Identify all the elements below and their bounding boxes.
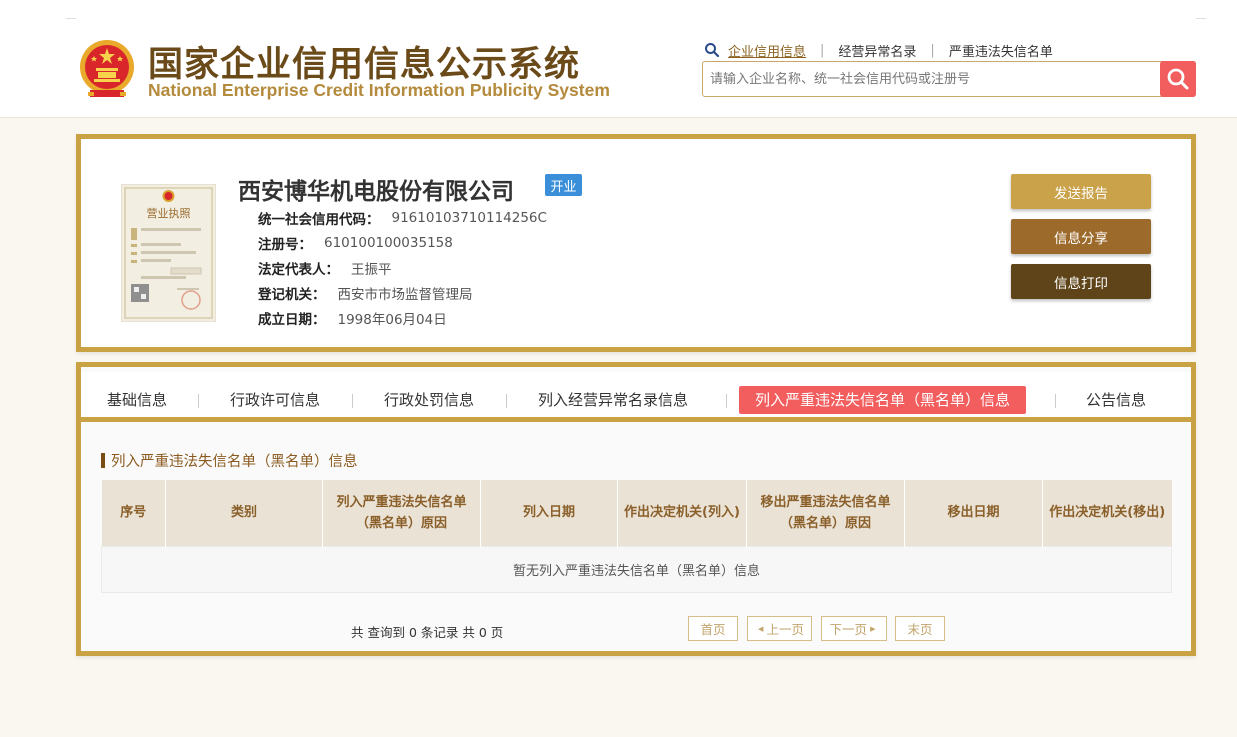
info-registration-number: 注册号： 610100100035158 xyxy=(258,233,453,253)
tab-abnormal-list[interactable]: 列入经营异常名录信息 xyxy=(538,386,688,414)
info-credit-code: 统一社会信用代码： 91610103710114256C xyxy=(258,208,547,228)
nav-link-blacklist[interactable]: 严重违法失信名单 xyxy=(949,41,1053,60)
chevron-right-icon: ▶ xyxy=(870,624,876,633)
tab-announcements[interactable]: 公告信息 xyxy=(1086,386,1146,414)
section-title: 列入严重违法失信名单（黑名单）信息 xyxy=(101,451,358,470)
info-value: 西安市市场监督管理局 xyxy=(337,287,473,303)
national-emblem-icon xyxy=(80,40,134,97)
company-name: 西安博华机电股份有限公司 xyxy=(238,179,514,205)
table-header-row: 序号 类别 列入严重违法失信名单（黑名单）原因 列入日期 作出决定机关(列入) … xyxy=(101,480,1172,546)
column-header: 作出决定机关(列入) xyxy=(617,480,747,546)
first-page-button[interactable]: 首页 xyxy=(688,616,738,641)
info-registration-authority: 登记机关： 西安市市场监督管理局 xyxy=(258,283,473,303)
prev-page-button[interactable]: ◀ 上一页 xyxy=(747,616,812,641)
section-title-text: 列入严重违法失信名单（黑名单）信息 xyxy=(111,453,358,470)
column-header: 作出决定机关(移出) xyxy=(1042,480,1172,546)
info-label: 法定代表人： xyxy=(258,262,339,278)
tabs-bar: 基础信息 行政许可信息 行政处罚信息 列入经营异常名录信息 列入严重违法失信名单… xyxy=(81,372,1191,422)
info-legal-representative: 法定代表人： 王振平 xyxy=(258,258,392,278)
tab-blacklist[interactable]: 列入严重违法失信名单（黑名单）信息 xyxy=(739,386,1027,414)
info-value: 610100100035158 xyxy=(324,235,453,251)
info-label: 统一社会信用代码： xyxy=(258,212,380,228)
column-header: 序号 xyxy=(101,480,166,546)
table-row: 暂无列入严重违法失信名单（黑名单）信息 xyxy=(101,545,1172,593)
print-info-button[interactable]: 信息打印 xyxy=(1011,264,1151,299)
tab-basic-info[interactable]: 基础信息 xyxy=(107,386,167,414)
tab-separator xyxy=(1055,394,1056,408)
magnifier-icon xyxy=(705,43,720,58)
search-icon xyxy=(1167,68,1189,90)
column-header: 移出日期 xyxy=(904,480,1043,546)
send-report-button[interactable]: 发送报告 xyxy=(1011,174,1151,209)
header-divider-tick xyxy=(1196,18,1206,19)
pagination-summary: 共 查询到 0 条记录 共 0 页 xyxy=(351,625,504,640)
nav-separator: | xyxy=(820,42,825,58)
search-box xyxy=(702,61,1196,97)
tab-separator xyxy=(506,394,507,408)
section-title-marker xyxy=(101,452,105,468)
prev-page-label: 上一页 xyxy=(766,622,804,637)
search-input[interactable] xyxy=(703,62,1159,96)
site-header: 国家企业信用信息公示系统 National Enterprise Credit … xyxy=(0,0,1237,118)
info-value: 王振平 xyxy=(351,262,392,278)
info-established-date: 成立日期： 1998年06月04日 xyxy=(258,308,447,328)
next-page-label: 下一页 xyxy=(829,622,868,637)
column-header: 列入日期 xyxy=(480,480,618,546)
info-label: 成立日期： xyxy=(258,312,326,328)
empty-state-message: 暂无列入严重违法失信名单（黑名单）信息 xyxy=(101,545,1172,593)
tab-separator xyxy=(352,394,353,408)
next-page-button[interactable]: 下一页 ▶ xyxy=(821,616,887,641)
nav-link-enterprise-credit[interactable]: 企业信用信息 xyxy=(728,41,806,60)
site-subtitle: National Enterprise Credit Information P… xyxy=(148,80,610,100)
column-header: 移出严重违法失信名单（黑名单）原因 xyxy=(746,480,905,546)
details-panel: 基础信息 行政许可信息 行政处罚信息 列入经营异常名录信息 列入严重违法失信名单… xyxy=(76,362,1196,656)
nav-separator: | xyxy=(930,42,935,58)
business-license-image: 营业执照 xyxy=(121,184,216,322)
tab-separator xyxy=(198,394,199,408)
blacklist-table: 序号 类别 列入严重违法失信名单（黑名单）原因 列入日期 作出决定机关(列入) … xyxy=(101,480,1172,593)
top-nav: 企业信用信息 | 经营异常名录 | 严重违法失信名单 xyxy=(704,40,1053,60)
info-label: 登记机关： xyxy=(258,287,326,303)
info-label: 注册号： xyxy=(258,237,312,253)
info-value: 1998年06月04日 xyxy=(337,312,447,328)
license-title: 营业执照 xyxy=(147,206,191,220)
nav-link-abnormal-list[interactable]: 经营异常名录 xyxy=(838,41,916,60)
search-button[interactable] xyxy=(1160,61,1196,97)
column-header: 列入严重违法失信名单（黑名单）原因 xyxy=(322,480,481,546)
chevron-left-icon: ◀ xyxy=(758,624,764,633)
tab-admin-penalty[interactable]: 行政处罚信息 xyxy=(384,386,474,414)
tab-admin-license[interactable]: 行政许可信息 xyxy=(230,386,320,414)
column-header: 类别 xyxy=(165,480,323,546)
header-divider-tick xyxy=(66,18,76,19)
info-value: 91610103710114256C xyxy=(391,210,547,226)
share-info-button[interactable]: 信息分享 xyxy=(1011,219,1151,254)
status-badge: 开业 xyxy=(545,174,582,196)
last-page-button[interactable]: 末页 xyxy=(895,616,945,641)
company-card: 营业执照 西安博华机电股份有限公司 开业 统一社会信用代码： 916101037… xyxy=(76,134,1196,352)
tab-separator xyxy=(726,394,727,408)
